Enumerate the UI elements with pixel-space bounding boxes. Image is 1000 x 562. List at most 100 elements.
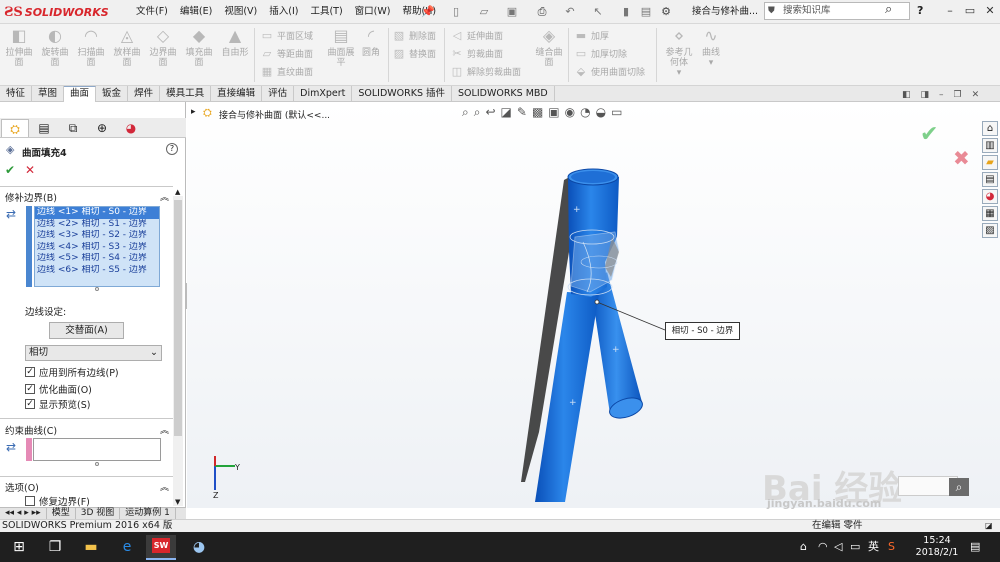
graphics-area[interactable]: + + + Y Z Bai 经验 相切 - S0 - 边界 ▸ ⛭ 接合与修补曲… [187, 102, 1000, 510]
resize-handle[interactable] [95, 287, 99, 291]
dynamic-annotation-icon[interactable]: ✎ [517, 105, 527, 120]
filled-surface-button[interactable]: ◆ 填充曲面 [184, 26, 214, 82]
tab-direct-editing[interactable]: 直接编辑 [211, 86, 263, 102]
tab-dimxpert[interactable]: DimXpert [294, 86, 353, 102]
boundary-surface-button[interactable]: ◇ 边界曲面 [148, 26, 178, 82]
trim-surface-button[interactable]: ✂ 剪裁曲面 [450, 44, 521, 62]
untrim-surface-button[interactable]: ◫ 解除剪裁曲面 [450, 62, 521, 80]
action-center-icon[interactable]: ▭ [850, 541, 860, 553]
extruded-surface-button[interactable]: ◧ 拉伸曲面 [4, 26, 34, 82]
list-item[interactable]: 边线 <2> 相切 - S1 - 边界 [35, 219, 159, 231]
tile-icon[interactable]: ◧ [902, 90, 911, 100]
hide-show-icon[interactable]: ◉ [565, 105, 575, 120]
menu-window[interactable]: 窗口(W) [349, 5, 397, 19]
list-item[interactable]: 边线 <6> 相切 - S5 - 边界 [35, 265, 159, 277]
ime-indicator[interactable]: 英 [868, 541, 879, 553]
file-explorer-icon[interactable]: ▤ [982, 172, 998, 187]
reference-geometry-button[interactable]: ⋄ 参考几何体 ▾ [662, 26, 696, 82]
menu-tools[interactable]: 工具(T) [304, 5, 348, 19]
replace-face-button[interactable]: ▨ 替换面 [392, 44, 436, 62]
doc-close-icon[interactable]: ✕ [972, 90, 980, 100]
collapse-icon[interactable]: ︽ [160, 480, 169, 493]
cut-with-surface-button[interactable]: ⬙ 使用曲面切除 [574, 62, 645, 80]
new-doc-icon[interactable]: ▯ [448, 5, 464, 19]
section-constraint-title[interactable]: 约束曲线(C) [5, 423, 57, 437]
forum-icon[interactable]: ▨ [982, 223, 998, 238]
zoom-to-fit-icon[interactable]: ⌕ [462, 105, 469, 120]
restore-view-icon[interactable]: ◨ [921, 90, 930, 100]
doc-minimize-icon[interactable]: – [939, 90, 944, 100]
delete-face-button[interactable]: ▧ 删除面 [392, 26, 436, 44]
list-item[interactable]: 边线 <1> 相切 - S0 - 边界 [35, 207, 159, 219]
edge-browser-icon[interactable]: e [114, 537, 140, 557]
tab-model[interactable]: 模型 [47, 508, 76, 519]
curves-button[interactable]: ∿ 曲线 ▾ [696, 26, 726, 82]
zoom-area-icon[interactable]: ⌕ [474, 105, 481, 120]
section-view-icon[interactable]: ◪ [501, 105, 512, 120]
ok-checkmark-icon[interactable]: ✔ [5, 163, 15, 177]
tab-addins[interactable]: SOLIDWORKS 插件 [352, 86, 453, 102]
doc-restore-icon[interactable]: ❐ [954, 90, 962, 100]
people-icon[interactable]: ⌂ [800, 541, 807, 553]
design-library-icon[interactable]: ▰ [982, 155, 998, 170]
section-options-title[interactable]: 选项(O) [5, 480, 39, 494]
menu-edit[interactable]: 编辑(E) [174, 5, 218, 19]
save-icon[interactable]: ▣ [504, 5, 520, 19]
tab-evaluate[interactable]: 评估 [262, 86, 295, 102]
custom-properties-icon[interactable]: ▦ [982, 206, 998, 221]
tab-surfaces[interactable]: 曲面 [64, 86, 97, 102]
volume-icon[interactable]: ◁ [834, 541, 842, 553]
menu-file[interactable]: 文件(F) [130, 5, 174, 19]
network-icon[interactable]: ◠ [818, 541, 828, 553]
offset-surface-button[interactable]: ▱ 等距曲面 [260, 44, 313, 62]
feature-tree-header[interactable]: 接合与修补曲面 (默认<<... [219, 108, 330, 121]
revolved-surface-button[interactable]: ◐ 旋转曲面 [40, 26, 70, 82]
tree-expand-icon[interactable]: ▸ [191, 107, 196, 117]
tab-features[interactable]: 特征 [0, 86, 33, 102]
freeform-button[interactable]: ▲ 自由形 [220, 26, 250, 82]
dimxpert-manager-icon[interactable]: ⊕ [88, 119, 116, 137]
tab-weldments[interactable]: 焊件 [128, 86, 161, 102]
optimize-surface-checkbox[interactable]: ✓ 优化曲面(O) [25, 382, 92, 396]
show-preview-checkbox[interactable]: ✓ 显示预览(S) [25, 397, 90, 411]
rebuild-icon[interactable]: ▮ [618, 5, 634, 19]
windows-start-icon[interactable]: ⊞ [6, 537, 32, 557]
notifications-icon[interactable]: ▤ [970, 541, 980, 553]
scroll-up-icon[interactable]: ▲ [175, 188, 180, 196]
open-folder-icon[interactable]: ▱ [476, 5, 492, 19]
select-icon[interactable]: ↖ [590, 5, 606, 19]
apply-all-edges-checkbox[interactable]: ✓ 应用到所有边线(P) [25, 365, 119, 379]
menu-view[interactable]: 视图(V) [218, 5, 263, 19]
boundary-edge-list[interactable]: 边线 <1> 相切 - S0 - 边界 边线 <2> 相切 - S1 - 边界 … [34, 206, 160, 287]
property-manager-icon[interactable]: ▤ [30, 119, 58, 137]
confirm-ok-icon[interactable]: ✔ [920, 122, 938, 147]
minimize-button[interactable]: – [940, 3, 960, 19]
collapse-icon[interactable]: ︽ [160, 190, 169, 203]
help-icon[interactable]: ? [917, 4, 923, 18]
print-icon[interactable]: ⎙ [534, 5, 550, 19]
input-method-icon[interactable]: S [888, 541, 895, 553]
alternate-face-button[interactable]: 交替面(A) [49, 322, 124, 339]
flatten-surface-button[interactable]: ▤ 曲面展平 [326, 26, 356, 82]
maximize-button[interactable]: ▭ [960, 3, 980, 19]
status-rebuild-icon[interactable]: ◪ [985, 520, 993, 532]
screenshot-tool-icon[interactable]: ◕ [186, 537, 212, 557]
thicken-button[interactable]: ▬ 加厚 [574, 26, 645, 44]
ruled-surface-button[interactable]: ▦ 直纹曲面 [260, 62, 313, 80]
options-gear-icon[interactable]: ⚙ [658, 5, 674, 19]
menu-insert[interactable]: 插入(I) [263, 5, 304, 19]
confirm-cancel-icon[interactable]: ✖ [953, 146, 970, 170]
display-style-icon[interactable]: ▣ [548, 105, 559, 120]
resources-icon[interactable]: ▥ [982, 138, 998, 153]
search-icon[interactable]: ⌕ [885, 2, 892, 18]
swept-surface-button[interactable]: ◠ 扫描曲面 [76, 26, 106, 82]
planar-surface-button[interactable]: ▭ 平面区域 [260, 26, 313, 44]
list-item[interactable]: 边线 <3> 相切 - S2 - 边界 [35, 230, 159, 242]
task-view-icon[interactable]: ❐ [42, 537, 68, 557]
collapse-icon[interactable]: ︽ [160, 423, 169, 436]
tab-motion-study[interactable]: 运动算例 1 [120, 508, 176, 519]
tab-mbd[interactable]: SOLIDWORKS MBD [452, 86, 555, 102]
knit-surface-button[interactable]: ◈ 缝合曲面 [534, 26, 564, 82]
edit-appearance-icon[interactable]: ◔ [580, 105, 590, 120]
curvature-control-select[interactable]: 相切 ⌄ [25, 345, 162, 361]
